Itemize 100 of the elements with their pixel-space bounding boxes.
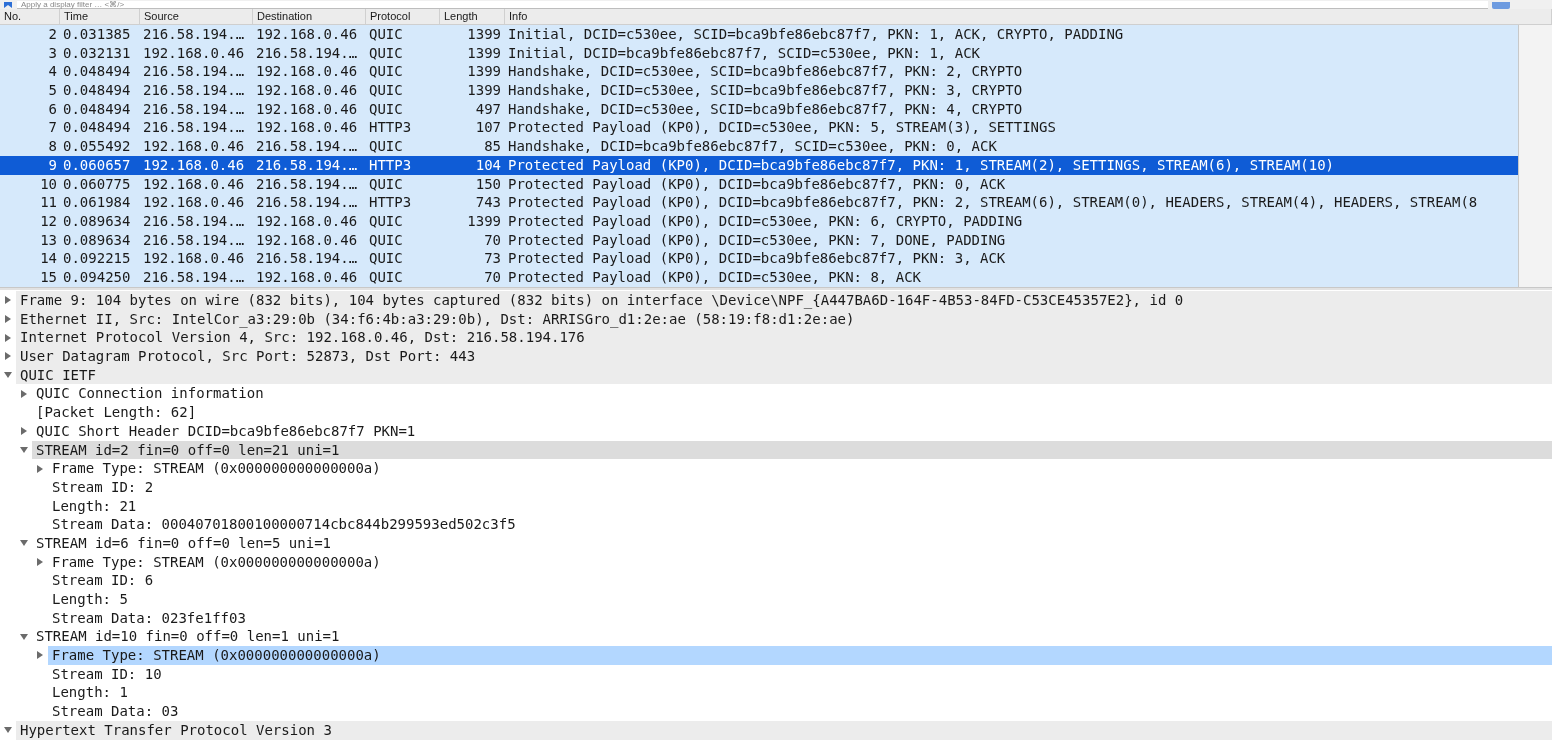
table-cell-text: 104: [474, 155, 502, 175]
tree-item[interactable]: Frame 9: 104 bytes on wire (832 bits), 104 bytes captured (832 bits) on interface \Device\NPF_{A447BA6D-164F-4B53-84FD-C53CE45357E2}, id 0: [16, 291, 1552, 310]
tree-item[interactable]: Stream ID: 10: [48, 664, 1552, 684]
tree-item[interactable]: QUIC Connection information: [32, 384, 1552, 404]
table-cell-text: Handshake, DCID=c530ee, SCID=bca9bfe86ebc87f7, PKN: 2, CRYPTO: [507, 62, 1024, 82]
table-cell-text: 0.055492: [62, 137, 132, 156]
table-cell-text: QUIC: [368, 211, 404, 231]
tree-item[interactable]: Length: 5: [48, 590, 1552, 609]
caret-down-icon[interactable]: [4, 726, 12, 735]
table-cell-text: 2: [47, 25, 58, 44]
column-header[interactable]: Length: [440, 9, 505, 24]
caret-right-icon[interactable]: [36, 464, 44, 473]
table-cell-text: 107: [474, 118, 502, 138]
tree-item[interactable]: Frame Type: STREAM (0x000000000000000a): [48, 552, 1552, 572]
tree-item[interactable]: Stream ID: 2: [48, 477, 1552, 497]
table-cell-text: 192.168.0.46: [142, 249, 246, 268]
caret-right-icon[interactable]: [36, 651, 44, 660]
tree-item[interactable]: Hypertext Transfer Protocol Version 3: [16, 720, 1552, 740]
table-cell-text: 10: [39, 174, 58, 194]
caret-right-icon[interactable]: [4, 333, 12, 342]
table-cell-text: QUIC: [368, 62, 404, 82]
table-cell-text: 0.048494: [62, 99, 132, 119]
tree-item[interactable]: STREAM id=6 fin=0 off=0 len=5 uni=1: [32, 533, 1552, 553]
tree-item[interactable]: Internet Protocol Version 4, Src: 192.168.0.46, Dst: 216.58.194.176: [16, 328, 1552, 348]
table-cell-text: 216.58.194.…: [255, 249, 359, 268]
table-cell-text: QUIC: [368, 25, 404, 44]
table-cell-text: 216.58.194.…: [142, 25, 246, 44]
caret-down-icon[interactable]: [4, 371, 12, 380]
tree-item[interactable]: Stream Data: 00040701800100000714cbc844b299593ed502c3f5: [48, 515, 1552, 534]
tree-item[interactable]: QUIC Short Header DCID=bca9bfe86ebc87f7 PKN=1: [32, 421, 1552, 441]
column-header[interactable]: Time: [60, 9, 140, 24]
table-cell-text: 1399: [466, 62, 502, 82]
table-cell-text: 12: [39, 211, 58, 231]
table-cell-text: 192.168.0.46: [142, 43, 246, 63]
table-cell-text: 216.58.194.…: [255, 43, 359, 63]
table-cell-text: 216.58.194.…: [142, 99, 246, 119]
caret-right-icon[interactable]: [20, 427, 28, 436]
caret-down-icon[interactable]: [20, 632, 28, 641]
table-cell-text: HTTP3: [368, 118, 413, 138]
table-cell-text: 216.58.194.…: [142, 230, 246, 250]
table-cell-text: 73: [483, 249, 502, 268]
caret-right-icon[interactable]: [20, 389, 28, 398]
tree-item[interactable]: Frame Type: STREAM (0x000000000000000a): [48, 646, 1552, 665]
table-cell-text: 216.58.194.…: [142, 118, 246, 138]
tree-item[interactable]: Frame Type: STREAM (0x000000000000000a): [48, 459, 1552, 478]
table-cell-text: 192.168.0.46: [142, 137, 246, 156]
table-cell-text: 216.58.194.…: [142, 267, 246, 287]
scrollbar[interactable]: [1518, 25, 1552, 287]
table-cell-text: 1399: [466, 25, 502, 44]
table-cell-text: 1399: [466, 81, 502, 100]
tree-item[interactable]: User Datagram Protocol, Src Port: 52873, Dst Port: 443: [16, 347, 1552, 366]
caret-down-icon[interactable]: [20, 445, 28, 454]
table-cell-text: Handshake, DCID=bca9bfe86ebc87f7, SCID=c530ee, PKN: 0, ACK: [507, 137, 998, 156]
tree-item[interactable]: Length: 1: [48, 683, 1552, 703]
caret-down-icon[interactable]: [20, 539, 28, 548]
column-header[interactable]: Info: [505, 9, 1552, 24]
table-cell-text: 192.168.0.46: [255, 118, 359, 138]
column-header[interactable]: Protocol: [366, 9, 440, 24]
caret-right-icon[interactable]: [36, 557, 44, 566]
table-cell-text: QUIC: [368, 43, 404, 63]
table-cell-text: 192.168.0.46: [255, 99, 359, 119]
table-cell-text: 150: [474, 174, 502, 194]
caret-right-icon[interactable]: [4, 352, 12, 361]
column-header[interactable]: Source: [140, 9, 253, 24]
table-cell-text: Protected Payload (KP0), DCID=c530ee, PKN: 8, ACK: [507, 267, 922, 287]
table-cell-text: Protected Payload (KP0), DCID=bca9bfe86ebc87f7, PKN: 0, ACK: [507, 174, 1007, 194]
caret-right-icon[interactable]: [4, 296, 12, 305]
tree-item[interactable]: Length: 21: [48, 496, 1552, 516]
column-header[interactable]: No.: [0, 9, 60, 24]
tree-item[interactable]: Stream Data: 023fe1ff03: [48, 608, 1552, 628]
table-cell-text: 192.168.0.46: [255, 62, 359, 82]
table-cell-text: 216.58.194.…: [142, 62, 246, 82]
table-cell-text: 216.58.194.…: [255, 174, 359, 194]
table-cell-text: 743: [474, 193, 502, 212]
table-cell-text: QUIC: [368, 99, 404, 119]
table-cell-text: 216.58.194.…: [255, 137, 359, 156]
table-cell-text: 0.089634: [62, 211, 132, 231]
tree-item[interactable]: [Packet Length: 62]: [32, 403, 1552, 422]
filter-field[interactable]: Apply a display filter … <⌘/>: [17, 1, 1488, 9]
table-cell-text: 0.092215: [62, 249, 132, 268]
table-cell-text: 192.168.0.46: [255, 25, 359, 44]
table-cell-text: Protected Payload (KP0), DCID=c530ee, PKN: 6, CRYPTO, PADDING: [507, 211, 1024, 231]
tree-item[interactable]: Stream ID: 6: [48, 571, 1552, 590]
table-cell-text: Protected Payload (KP0), DCID=c530ee, PKN: 7, DONE, PADDING: [507, 230, 1007, 250]
tree-item[interactable]: STREAM id=2 fin=0 off=0 len=21 uni=1: [32, 440, 1552, 460]
table-cell-text: 0.094250: [62, 267, 132, 287]
tree-item[interactable]: STREAM id=10 fin=0 off=0 len=1 uni=1: [32, 627, 1552, 647]
caret-right-icon[interactable]: [4, 315, 12, 324]
column-header[interactable]: Destination: [253, 9, 366, 24]
table-cell-text: 1399: [466, 43, 502, 63]
tree-item[interactable]: Stream Data: 03: [48, 702, 1552, 721]
table-cell-text: 192.168.0.46: [142, 174, 246, 194]
table-cell-text: Protected Payload (KP0), DCID=bca9bfe86ebc87f7, PKN: 1, STREAM(2), SETTINGS, STREAM(6), STREAM(10): [507, 155, 1335, 175]
table-cell-text: 0.048494: [62, 62, 132, 82]
table-cell-text: 13: [39, 230, 58, 250]
table-cell-text: 192.168.0.46: [255, 230, 359, 250]
table-cell-text: 70: [483, 267, 502, 287]
table-cell-text: 11: [39, 193, 58, 212]
table-cell-text: HTTP3: [368, 193, 413, 212]
table-cell-text: 192.168.0.46: [142, 193, 246, 212]
